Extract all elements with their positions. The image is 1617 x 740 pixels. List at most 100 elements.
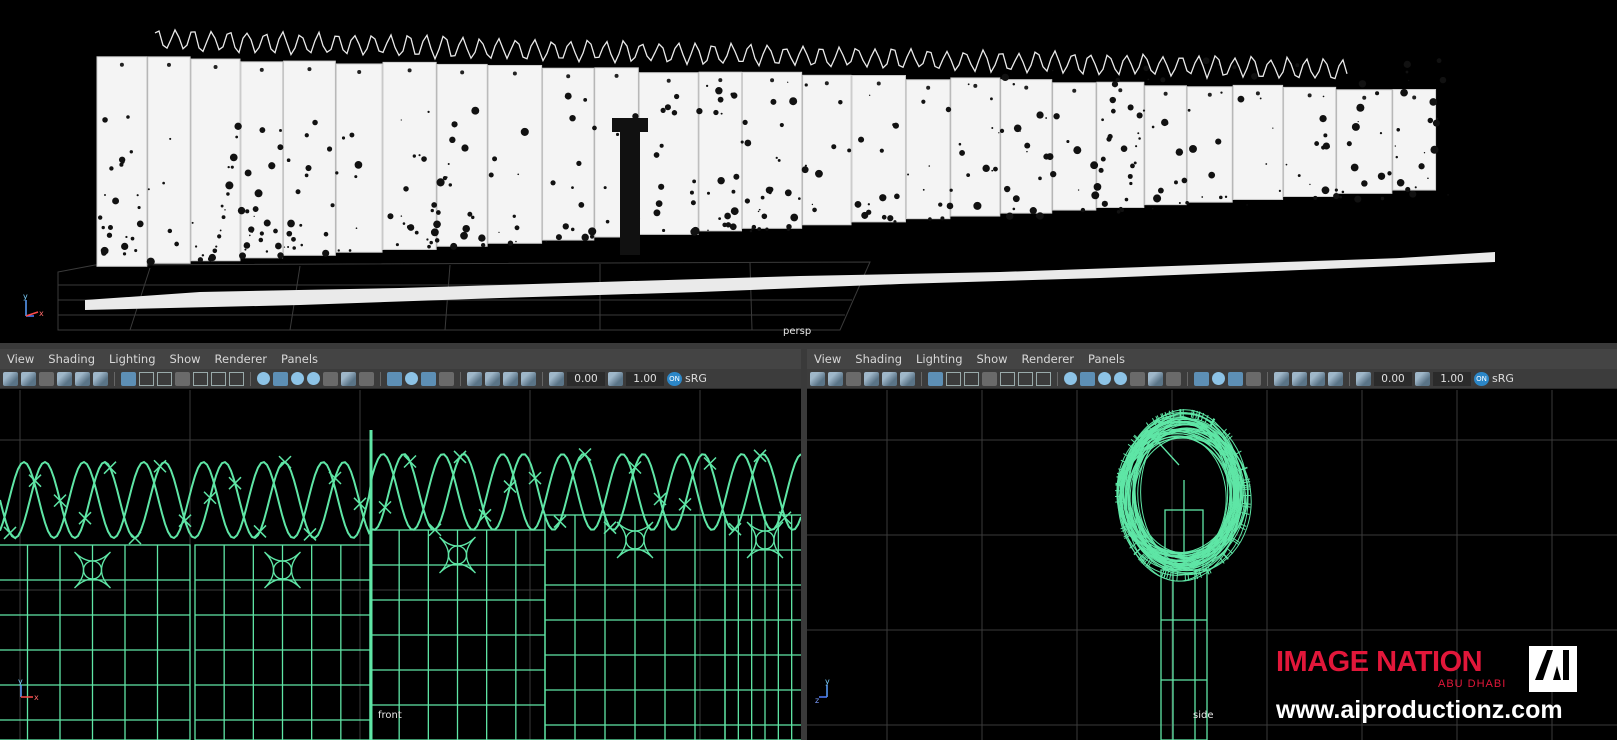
wall-panel-hole xyxy=(666,78,671,83)
menu-shading[interactable]: Shading xyxy=(848,352,909,366)
menu-lighting[interactable]: Lighting xyxy=(102,352,162,366)
light-icon[interactable] xyxy=(341,371,356,386)
wireframe-icon[interactable] xyxy=(1064,372,1077,385)
image-plane-icon[interactable] xyxy=(57,371,72,386)
smooth-shade-icon[interactable] xyxy=(1080,371,1095,386)
graffiti-splat xyxy=(403,186,409,192)
ambient-occlusion-icon[interactable] xyxy=(1194,371,1209,386)
menu-renderer[interactable]: Renderer xyxy=(1015,352,1082,366)
persp-viewport[interactable]: persp y x xyxy=(0,0,1617,343)
xray-icon[interactable] xyxy=(1292,371,1307,386)
graffiti-splat xyxy=(1100,156,1106,162)
resolution-gate-icon[interactable] xyxy=(157,371,172,386)
grease-pencil-icon[interactable] xyxy=(900,371,915,386)
menu-panels[interactable]: Panels xyxy=(274,352,325,366)
menu-renderer[interactable]: Renderer xyxy=(208,352,275,366)
bookmark-icon[interactable] xyxy=(39,371,54,386)
graffiti-splat xyxy=(221,215,226,220)
xray-joints-icon[interactable] xyxy=(1328,371,1343,386)
default-material-icon[interactable] xyxy=(291,372,304,385)
xray-icon[interactable] xyxy=(485,371,500,386)
graffiti-splat xyxy=(212,248,218,254)
menu-lighting[interactable]: Lighting xyxy=(909,352,969,366)
ambient-occlusion-icon[interactable] xyxy=(387,371,402,386)
motion-blur-icon[interactable] xyxy=(1212,372,1225,385)
gate-mask-icon[interactable] xyxy=(175,371,190,386)
wireframe-icon[interactable] xyxy=(257,372,270,385)
smooth-shade-icon[interactable] xyxy=(273,371,288,386)
texture-icon[interactable] xyxy=(1130,371,1145,386)
front-viewport[interactable]: View Shading Lighting Show Renderer Pane… xyxy=(0,349,801,740)
isolate-icon[interactable] xyxy=(467,371,482,386)
image-plane-icon[interactable] xyxy=(864,371,879,386)
wireframe-on-shaded-icon[interactable] xyxy=(307,372,320,385)
2d-pan-zoom-icon[interactable] xyxy=(75,371,90,386)
graffiti-splat xyxy=(1380,196,1385,201)
color-space-label[interactable]: sRG xyxy=(685,372,707,385)
menu-show[interactable]: Show xyxy=(970,352,1015,366)
safe-action-icon[interactable] xyxy=(211,371,226,386)
color-management-toggle[interactable]: ON xyxy=(1474,371,1489,386)
graffiti-splat xyxy=(1110,108,1116,114)
shadow-icon[interactable] xyxy=(1166,371,1181,386)
2d-pan-zoom-icon[interactable] xyxy=(882,371,897,386)
safe-action-icon[interactable] xyxy=(1018,371,1033,386)
color-space-label[interactable]: sRG xyxy=(1492,372,1514,385)
graffiti-splat xyxy=(1178,201,1181,204)
menu-shading[interactable]: Shading xyxy=(41,352,102,366)
safe-title-icon[interactable] xyxy=(229,371,244,386)
field-chart-icon[interactable] xyxy=(1000,371,1015,386)
exposure-icon[interactable] xyxy=(549,371,564,386)
toolbar-separator xyxy=(1187,371,1188,386)
gamma-field[interactable]: 1.00 xyxy=(1433,371,1471,386)
graffiti-splat xyxy=(507,240,514,246)
exposure-field[interactable]: 0.00 xyxy=(1374,371,1412,386)
anti-aliasing-icon[interactable] xyxy=(1228,371,1243,386)
shadow-icon[interactable] xyxy=(359,371,374,386)
camera-attributes-icon[interactable] xyxy=(828,371,843,386)
xray-active-icon[interactable] xyxy=(1310,371,1325,386)
exposure-icon[interactable] xyxy=(1356,371,1371,386)
default-material-icon[interactable] xyxy=(1098,372,1111,385)
bookmark-icon[interactable] xyxy=(846,371,861,386)
graffiti-splat xyxy=(1418,163,1425,170)
depth-of-field-icon[interactable] xyxy=(439,371,454,386)
exposure-field[interactable]: 0.00 xyxy=(567,371,605,386)
wireframe-on-shaded-icon[interactable] xyxy=(1114,372,1127,385)
camera-icon[interactable] xyxy=(810,371,825,386)
gamma-icon[interactable] xyxy=(1415,371,1430,386)
anti-aliasing-icon[interactable] xyxy=(421,371,436,386)
graffiti-splat xyxy=(323,231,329,237)
menu-show[interactable]: Show xyxy=(163,352,208,366)
graffiti-splat xyxy=(569,114,576,122)
menu-view[interactable]: View xyxy=(807,352,848,366)
field-chart-icon[interactable] xyxy=(193,371,208,386)
grid-icon[interactable] xyxy=(928,371,943,386)
gamma-icon[interactable] xyxy=(608,371,623,386)
color-management-toggle[interactable]: ON xyxy=(667,371,682,386)
xray-joints-icon[interactable] xyxy=(521,371,536,386)
grid-icon[interactable] xyxy=(121,371,136,386)
camera-icon[interactable] xyxy=(3,371,18,386)
isolate-icon[interactable] xyxy=(1274,371,1289,386)
graffiti-splat xyxy=(713,109,719,116)
resolution-gate-icon[interactable] xyxy=(964,371,979,386)
front-view-canvas[interactable]: front y x xyxy=(0,390,801,740)
gamma-field[interactable]: 1.00 xyxy=(626,371,664,386)
texture-icon[interactable] xyxy=(323,371,338,386)
graffiti-splat xyxy=(868,94,871,96)
grease-pencil-icon[interactable] xyxy=(93,371,108,386)
xray-active-icon[interactable] xyxy=(503,371,518,386)
film-gate-icon[interactable] xyxy=(139,371,154,386)
safe-title-icon[interactable] xyxy=(1036,371,1051,386)
film-gate-icon[interactable] xyxy=(946,371,961,386)
gate-mask-icon[interactable] xyxy=(982,371,997,386)
depth-of-field-icon[interactable] xyxy=(1246,371,1261,386)
graffiti-splat xyxy=(696,107,703,115)
graffiti-splat xyxy=(938,202,943,207)
menu-panels[interactable]: Panels xyxy=(1081,352,1132,366)
light-icon[interactable] xyxy=(1148,371,1163,386)
motion-blur-icon[interactable] xyxy=(405,372,418,385)
menu-view[interactable]: View xyxy=(0,352,41,366)
camera-attributes-icon[interactable] xyxy=(21,371,36,386)
